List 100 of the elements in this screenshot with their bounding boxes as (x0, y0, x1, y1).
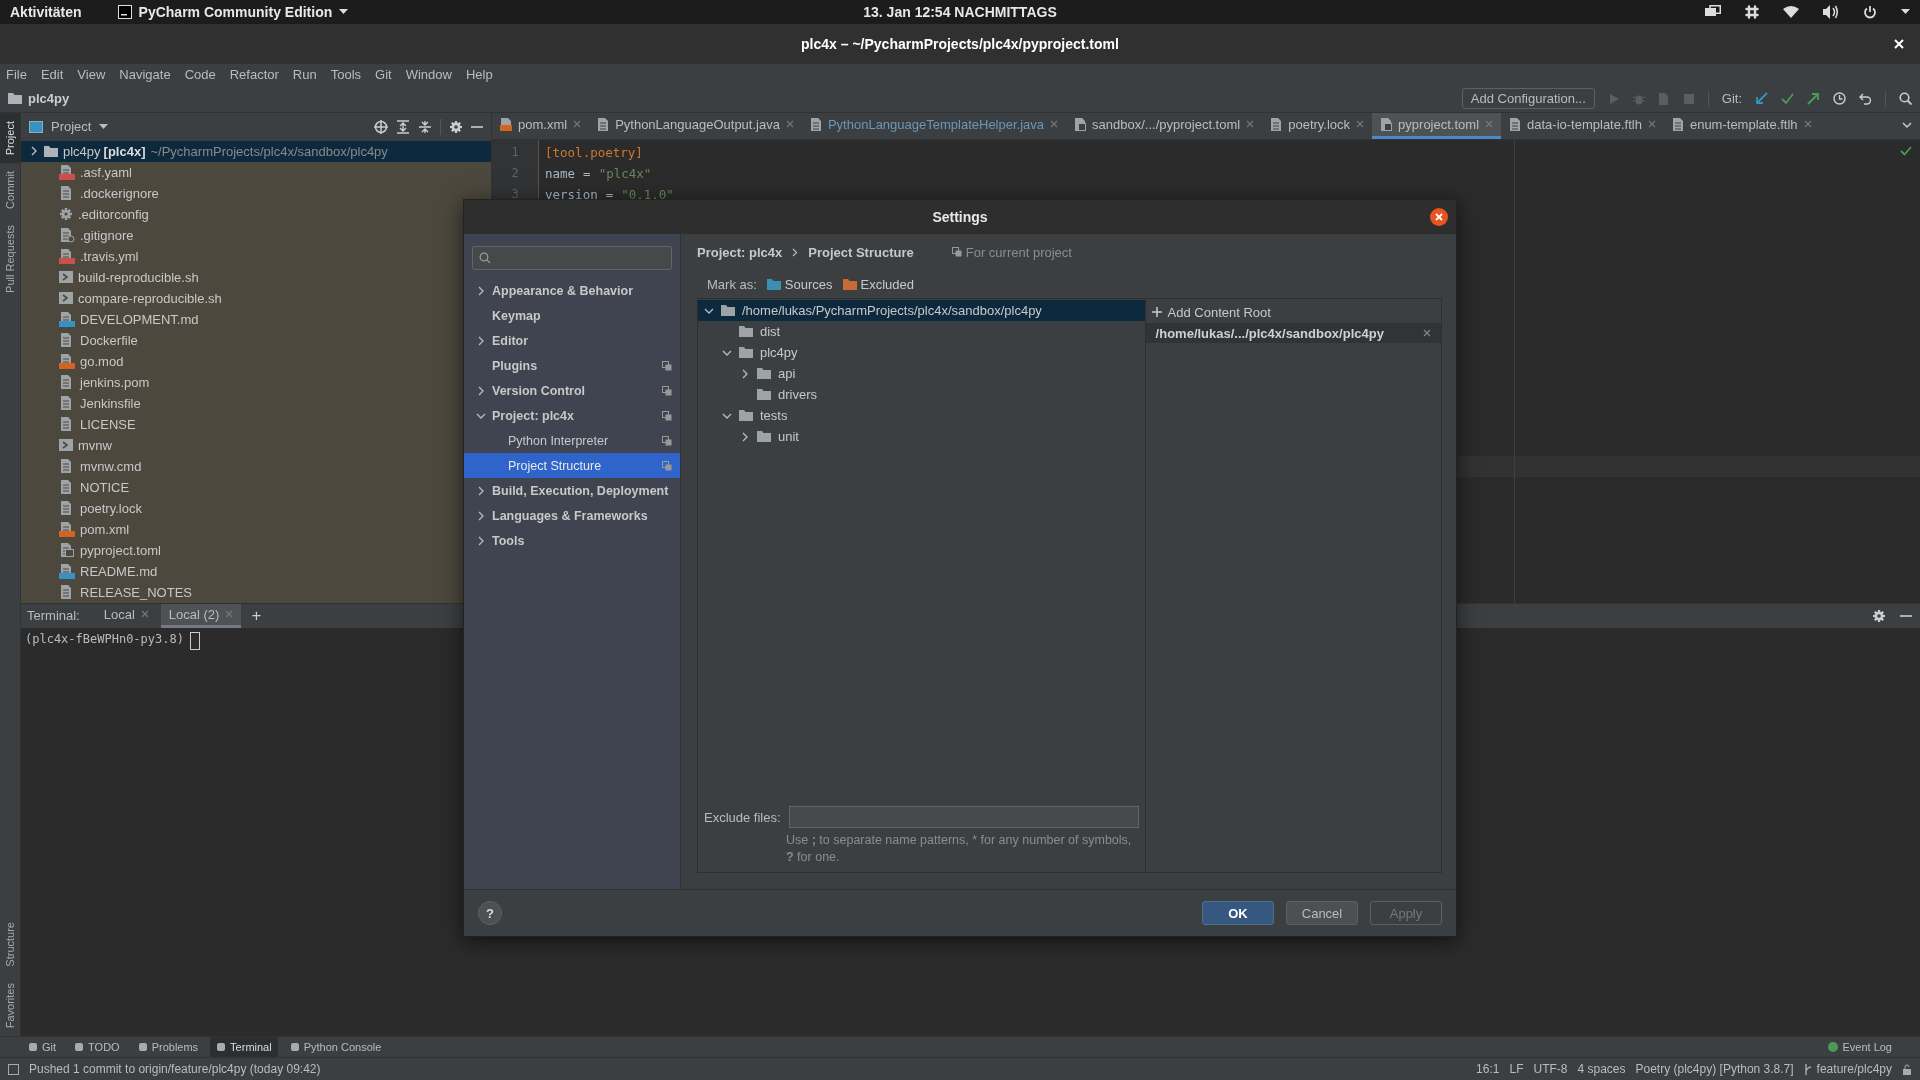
settings-nav-item[interactable]: Project: plc4x (464, 403, 680, 428)
tree-item[interactable]: plc4py (63, 143, 101, 159)
tree-item[interactable]: LICENSE (80, 416, 136, 432)
settings-nav-item[interactable]: Appearance & Behavior (464, 278, 680, 303)
tree-item[interactable]: .asf.yaml (80, 164, 132, 180)
tool-window-tab[interactable]: Python Console (283, 1037, 388, 1058)
menu-item[interactable]: Run (292, 67, 317, 83)
settings-nav-item[interactable]: Plugins (464, 353, 680, 378)
tree-item[interactable]: jenkins.pom (80, 374, 150, 390)
mark-as-button[interactable]: Sources (766, 276, 833, 292)
editor-tab[interactable]: data-io-template.ftlh (1501, 112, 1664, 139)
settings-nav-item[interactable]: Version Control (464, 378, 680, 403)
session-tab[interactable]: Local (95, 603, 157, 628)
branch-widget[interactable]: feature/plc4py (1803, 1062, 1892, 1076)
folder-item[interactable]: unit (778, 429, 799, 444)
menu-item[interactable]: View (77, 67, 106, 83)
status-item[interactable]: 4 spaces (1577, 1062, 1626, 1076)
arrow-icon[interactable] (1755, 92, 1768, 106)
status-item[interactable]: Poetry (plc4py) [Python 3.8.7] (1635, 1062, 1794, 1076)
tool-window-tab[interactable]: Commit (0, 162, 20, 217)
settings-nav-item[interactable]: Project Structure (464, 453, 680, 478)
tool-window-tab[interactable]: Pull Requests (0, 216, 20, 301)
menu-item[interactable]: File (6, 67, 27, 83)
chevron-icon[interactable] (740, 431, 750, 442)
tree-item[interactable]: NOTICE (80, 479, 130, 495)
close-icon[interactable] (1430, 208, 1448, 226)
settings-icon[interactable] (1872, 608, 1886, 623)
activities-button[interactable]: Aktivitäten (10, 3, 82, 20)
editor-tab[interactable]: pyproject.toml (1372, 112, 1501, 139)
tree-item[interactable]: pom.xml (80, 521, 130, 537)
folder-item[interactable]: api (778, 366, 796, 381)
tree-item[interactable]: go.mod (80, 353, 124, 369)
tree-item[interactable]: Jenkinsfile (80, 395, 141, 411)
chevron-icon[interactable] (740, 368, 750, 379)
editor-tab[interactable]: poetry.lock (1262, 112, 1373, 139)
folder-item[interactable]: plc4py (760, 345, 798, 360)
tree-item[interactable]: RELEASE_NOTES (80, 584, 192, 600)
power-icon[interactable] (1863, 4, 1877, 19)
add-tab-button[interactable]: + (251, 605, 262, 626)
editor-tab[interactable]: PythonLanguageTemplateHelper.java (801, 112, 1067, 139)
settings-nav-item[interactable]: Editor (464, 328, 680, 353)
panel-title[interactable]: Project (51, 119, 92, 135)
tool-window-tab[interactable]: Terminal (210, 1037, 278, 1058)
tree-item[interactable]: mvnw.cmd (80, 458, 142, 474)
tool-window-tab[interactable]: Project (0, 112, 20, 163)
menu-item[interactable]: Tools (330, 67, 362, 83)
app-menu[interactable]: PyCharm Community Edition (138, 3, 333, 20)
wifi-icon[interactable] (1783, 5, 1799, 18)
tool-window-tab[interactable]: Favorites (0, 974, 20, 1037)
tree-item[interactable]: .editorconfig (78, 206, 149, 222)
tree-item[interactable]: compare-reproducible.sh (78, 290, 222, 306)
help-button[interactable]: ? (478, 901, 502, 925)
menu-item[interactable]: Navigate (119, 67, 171, 83)
search-field[interactable] (472, 246, 672, 270)
folder-item[interactable]: tests (760, 408, 788, 423)
tool-window-tab[interactable]: Git (22, 1037, 63, 1058)
arrow-icon[interactable] (1807, 92, 1820, 106)
tree-item[interactable]: .travis.yml (80, 248, 139, 264)
settings-nav-item[interactable]: Keymap (464, 303, 680, 328)
chevron-icon[interactable] (29, 146, 39, 157)
menu-item[interactable]: Code (184, 67, 216, 83)
crosshair-icon[interactable] (374, 119, 388, 134)
mark-as-button[interactable]: Excluded (842, 276, 915, 292)
clock[interactable]: 13. Jan 12:54 NACHMITTAGS (863, 3, 1057, 20)
collapse-all-icon[interactable] (418, 119, 432, 134)
folder-item[interactable]: dist (760, 324, 781, 339)
tree-item[interactable]: mvnw (78, 437, 112, 453)
status-message[interactable]: Pushed 1 commit to origin/feature/plc4py (today 09:42) (29, 1062, 321, 1076)
settings-nav-item[interactable]: Build, Execution, Deployment (464, 478, 680, 503)
editor-tab[interactable]: enum-template.ftlh (1663, 112, 1820, 139)
editor-tab[interactable]: sandbox/.../pyproject.toml (1066, 112, 1263, 139)
tree-item[interactable]: Dockerfile (80, 332, 138, 348)
dialog-button[interactable]: Cancel (1286, 901, 1358, 925)
folder-item[interactable]: drivers (778, 387, 817, 402)
dialog-button[interactable]: OK (1202, 901, 1274, 925)
breadcrumb[interactable]: plc4py (28, 91, 70, 107)
clock-icon[interactable] (1833, 92, 1846, 106)
menu-item[interactable]: Edit (40, 67, 64, 83)
tree-item[interactable]: .gitignore (80, 227, 134, 243)
caret-icon[interactable] (99, 123, 109, 130)
volume-icon[interactable] (1823, 4, 1839, 19)
expand-all-icon[interactable] (396, 119, 410, 134)
tool-window-tab[interactable]: Structure (0, 914, 20, 975)
settings-nav-item[interactable]: Tools (464, 528, 680, 553)
check-icon[interactable] (1781, 92, 1794, 106)
settings-icon[interactable] (449, 119, 463, 134)
hash-icon[interactable] (1745, 4, 1759, 19)
menu-item[interactable]: Window (405, 67, 452, 83)
lock-icon[interactable] (1902, 1063, 1912, 1075)
status-item[interactable]: UTF-8 (1533, 1062, 1568, 1076)
settings-nav-item[interactable]: Python Interpreter (464, 428, 680, 453)
status-item[interactable]: 16:1 (1476, 1062, 1500, 1076)
settings-nav-item[interactable]: Languages & Frameworks (464, 503, 680, 528)
menu-item[interactable]: Git (375, 67, 392, 83)
chevron-down-icon[interactable] (1902, 122, 1912, 130)
tree-item[interactable]: .dockerignore (80, 185, 159, 201)
search-icon[interactable] (1899, 92, 1912, 106)
caret-icon[interactable] (1901, 8, 1910, 15)
menu-item[interactable]: Help (465, 67, 493, 83)
tool-window-tab[interactable]: Problems (131, 1037, 205, 1058)
